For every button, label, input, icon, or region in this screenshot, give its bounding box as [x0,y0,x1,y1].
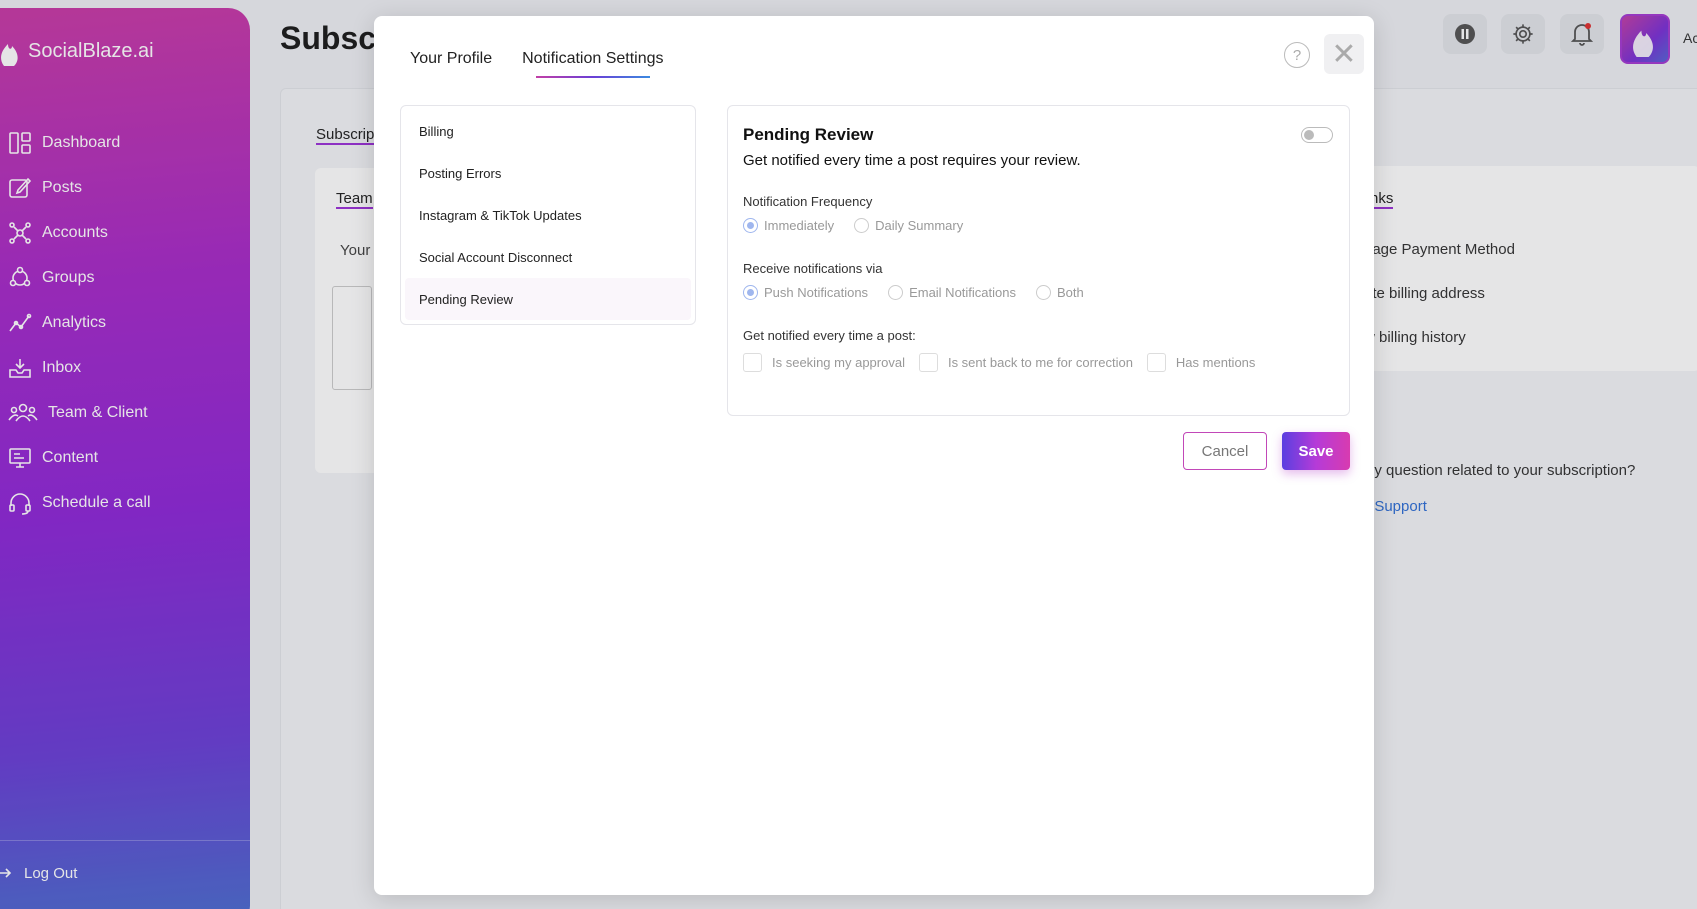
checkbox-label: Is seeking my approval [772,355,905,370]
checkbox-seeking-approval[interactable]: Is seeking my approval [743,353,905,372]
post-checkbox-group: Is seeking my approval Is sent back to m… [743,353,1255,372]
tab-notification-settings[interactable]: Notification Settings [522,50,664,78]
category-instagram-tiktok-updates[interactable]: Instagram & TikTok Updates [405,194,691,236]
radio-label: Daily Summary [875,218,964,233]
radio-label: Immediately [764,218,835,233]
notification-category-list: Billing Posting Errors Instagram & TikTo… [400,105,696,325]
radio-selected-icon [743,285,758,300]
radio-daily-summary[interactable]: Daily Summary [854,218,963,233]
panel-title: Pending Review [743,125,874,144]
help-icon[interactable]: ? [1284,42,1310,68]
radio-email-notifications[interactable]: Email Notifications [888,285,1016,300]
via-label: Receive notifications via [743,261,883,276]
radio-empty-icon [1036,285,1051,300]
radio-immediately[interactable]: Immediately [743,218,834,233]
via-radio-group: Push Notifications Email Notifications B… [743,285,1084,300]
radio-empty-icon [888,285,904,300]
save-button[interactable]: Save [1282,432,1350,470]
category-billing[interactable]: Billing [405,110,691,152]
category-posting-errors[interactable]: Posting Errors [405,152,691,194]
radio-label: Email Notifications [909,285,1016,300]
category-pending-review[interactable]: Pending Review [405,278,691,320]
radio-label: Push Notifications [764,285,869,300]
notification-panel: Pending Review Get notified every time a… [727,105,1350,416]
category-social-account-disconnect[interactable]: Social Account Disconnect [405,236,691,278]
settings-modal: Your Profile Notification Settings ? ✕ B… [374,16,1374,895]
panel-description: Get notified every time a post requires … [743,152,1081,169]
radio-push-notifications[interactable]: Push Notifications [743,285,868,300]
checkbox-sent-back-correction[interactable]: Is sent back to me for correction [918,353,1133,372]
radio-empty-icon [854,218,870,233]
checkbox-label: Is sent back to me for correction [947,355,1133,370]
checkbox-label: Has mentions [1175,355,1256,370]
checkbox-has-mentions[interactable]: Has mentions [1146,353,1256,372]
checkbox-icon [743,353,762,372]
checkbox-icon [1146,353,1166,372]
enable-toggle[interactable] [1301,127,1333,143]
close-button[interactable]: ✕ [1324,34,1364,74]
tab-your-profile[interactable]: Your Profile [410,50,492,78]
modal-tabs: Your Profile Notification Settings [410,50,664,78]
frequency-radio-group: Immediately Daily Summary [743,218,963,233]
checkbox-icon [918,353,938,372]
radio-label: Both [1057,285,1084,300]
post-label: Get notified every time a post: [743,328,916,343]
radio-selected-icon [743,218,758,233]
radio-both[interactable]: Both [1036,285,1084,300]
cancel-button[interactable]: Cancel [1183,432,1267,470]
frequency-label: Notification Frequency [743,194,873,209]
